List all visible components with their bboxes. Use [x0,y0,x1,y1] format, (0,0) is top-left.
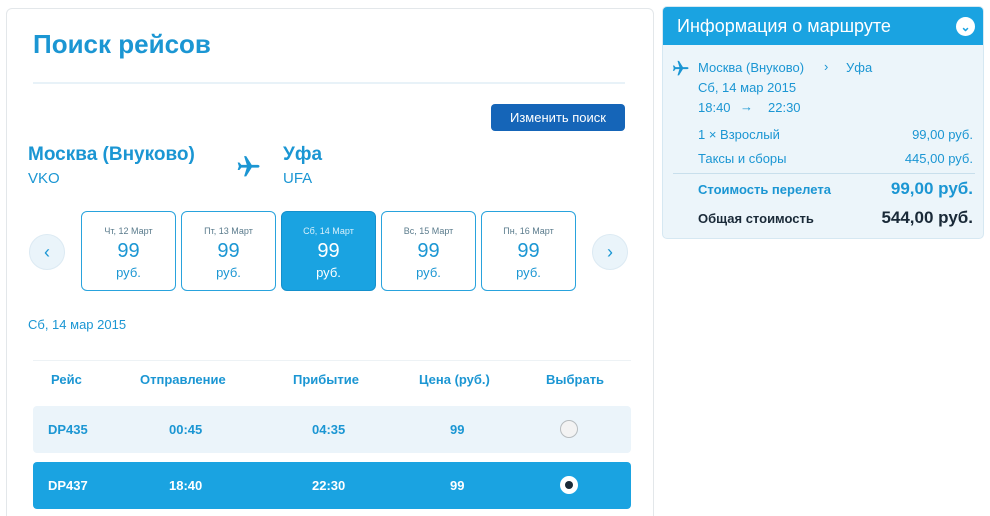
header-departure: Отправление [140,372,226,387]
arrow-right-icon: → [740,99,753,114]
flight-number: DP437 [48,478,88,493]
airplane-icon [237,156,260,177]
airplane-icon [672,60,689,76]
selected-date: Сб, 14 мар 2015 [28,317,127,332]
chevron-right-icon: › [824,59,829,74]
destination-city: Уфа [283,144,323,165]
flight-cost-value: 99,00 руб. [890,179,973,198]
destination-code: UFA [283,170,313,187]
select-flight-radio[interactable] [560,420,578,438]
date-option[interactable]: Чт, 12 Март 99 руб. [81,211,176,291]
date-currency: руб. [116,265,141,280]
arrival-time: 22:30 [312,478,346,493]
chevron-left-icon: ‹ [44,241,50,262]
date-label: Пн, 16 Март [503,226,554,236]
date-currency: руб. [316,265,341,280]
departure-time: 18:40 [169,478,203,493]
date-option-selected[interactable]: Сб, 14 Март 99 руб. [281,211,376,291]
date-currency: руб. [416,265,441,280]
title-divider [33,82,625,84]
header-select: Выбрать [546,372,605,387]
flight-number: DP435 [48,422,88,437]
table-divider [33,360,631,361]
date-label: Вс, 15 Март [403,226,454,236]
flight-price: 99 [450,422,465,437]
date-price: 99 [317,240,340,262]
divider [673,173,975,174]
flight-cost-label: Стоимость перелета [698,182,831,197]
date-price: 99 [517,240,540,262]
route-info-header[interactable]: Информация о маршруте ⌄ [663,7,983,45]
header-flight: Рейс [51,372,82,387]
passengers-label: 1 × Взрослый [698,127,780,142]
flight-row[interactable]: DP435 00:45 04:35 99 [33,406,631,453]
route-from: Москва (Внуково) [698,60,805,75]
date-currency: руб. [216,265,241,280]
route-info-panel: Информация о маршруте ⌄ Москва (Внуково)… [662,6,984,239]
passengers-value: 99,00 руб. [912,127,973,142]
date-price: 99 [117,240,140,262]
departure-time: 00:45 [169,422,203,437]
date-label: Сб, 14 Март [303,226,354,236]
date-label: Пт, 13 Март [204,226,253,236]
header-arrival: Прибытие [293,372,359,387]
route-to: Уфа [846,60,873,75]
next-dates-button[interactable]: › [592,234,628,270]
flight-search-panel: Поиск рейсов Изменить поиск Москва (Внук… [6,8,654,516]
chevron-down-icon[interactable]: ⌄ [956,17,975,36]
header-price: Цена (руб.) [419,372,490,387]
change-search-button[interactable]: Изменить поиск [491,104,625,131]
date-currency: руб. [516,265,541,280]
origin-city: Москва (Внуково) [28,144,195,165]
date-price: 99 [417,240,440,262]
total-cost-value: 544,00 руб. [881,208,973,227]
date-label: Чт, 12 Март [104,226,153,236]
page-title: Поиск рейсов [33,29,211,59]
date-option[interactable]: Пт, 13 Март 99 руб. [181,211,276,291]
route-info-title: Информация о маршруте [677,16,891,36]
taxes-label: Таксы и сборы [698,151,787,166]
previous-dates-button[interactable]: ‹ [29,234,65,270]
route-arrival: 22:30 [768,100,801,115]
taxes-value: 445,00 руб. [904,151,973,166]
select-flight-radio-checked[interactable] [560,476,578,494]
route-date: Сб, 14 мар 2015 [698,80,797,95]
date-option[interactable]: Пн, 16 Март 99 руб. [481,211,576,291]
page: Поиск рейсов Изменить поиск Москва (Внук… [0,0,990,516]
route-departure: 18:40 [698,100,731,115]
chevron-right-icon: › [607,241,613,262]
total-cost-label: Общая стоимость [698,211,814,226]
flight-price: 99 [450,478,465,493]
flight-row-selected[interactable]: DP437 18:40 22:30 99 [33,462,631,509]
date-price: 99 [217,240,240,262]
arrival-time: 04:35 [312,422,346,437]
origin-code: VKO [28,170,60,187]
date-option[interactable]: Вс, 15 Март 99 руб. [381,211,476,291]
